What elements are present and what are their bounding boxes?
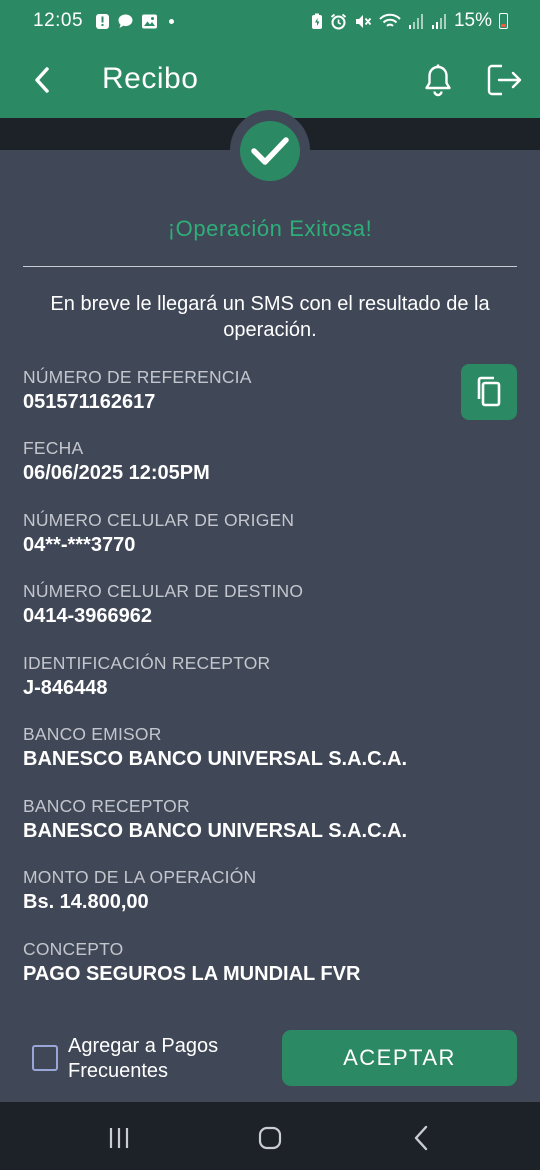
signal-icon [431,13,446,29]
notifications-button[interactable] [418,60,458,100]
back-icon [414,1125,428,1151]
field-value: PAGO SEGUROS LA MUNDIAL FVR [23,963,361,985]
battery-icon [499,13,508,29]
alert-icon [96,13,110,29]
accept-button[interactable]: ACEPTAR [282,1030,517,1086]
copy-icon [477,376,501,407]
field-date: FECHA 06/06/2025 12:05PM [23,437,210,486]
divider [23,266,517,267]
field-issuing-bank: BANCO EMISOR BANESCO BANCO UNIVERSAL S.A… [23,723,407,772]
field-value: 051571162617 [23,391,156,413]
field-receiver-id: IDENTIFICACIÓN RECEPTOR J-846448 [23,652,270,701]
frequent-payments-label[interactable]: Agregar a Pagos Frecuentes [68,1034,218,1084]
system-back-button[interactable] [402,1118,442,1158]
field-reference-number: NÚMERO DE REFERENCIA 051571162617 [23,366,252,415]
home-button[interactable] [250,1118,290,1158]
field-label: NÚMERO DE REFERENCIA [23,367,252,387]
field-label: FECHA [23,438,84,458]
field-origin-phone: NÚMERO CELULAR DE ORIGEN 04**-***3770 [23,509,294,558]
field-label: BANCO EMISOR [23,724,162,744]
success-badge [240,121,300,181]
recent-apps-button[interactable] [99,1118,139,1158]
image-icon [142,14,158,28]
status-time: 12:05 [33,10,84,31]
back-button[interactable] [24,60,60,100]
field-label: NÚMERO CELULAR DE ORIGEN [23,510,295,530]
field-concept: CONCEPTO PAGO SEGUROS LA MUNDIAL FVR [23,938,360,987]
checkmark-icon [251,137,289,165]
app-bar: Recibo [0,42,540,118]
field-destination-phone: NÚMERO CELULAR DE DESTINO 0414-3966962 [23,580,303,629]
field-label: BANCO RECEPTOR [23,796,190,816]
field-value: J-846448 [23,677,108,699]
field-value: 04**-***3770 [23,534,136,556]
field-label: MONTO DE LA OPERACIÓN [23,867,257,887]
home-icon [258,1126,282,1150]
field-value: 0414-3966962 [23,605,153,627]
field-value: Bs. 14.800,00 [23,891,149,913]
frequent-payments-checkbox[interactable] [32,1045,58,1071]
logout-icon [487,64,522,96]
frequent-payments-label-line2: Frecuentes [68,1060,169,1082]
field-value: 06/06/2025 12:05PM [23,462,210,484]
field-value: BANESCO BANCO UNIVERSAL S.A.C.A. [23,820,408,842]
chat-icon [118,14,133,28]
status-bar: 12:05 15% [0,0,540,42]
sms-notice: En breve le llegará un SMS con el result… [50,293,490,341]
field-label: CONCEPTO [23,939,124,959]
recent-apps-icon [109,1128,129,1148]
system-nav-bar [0,1102,540,1170]
success-title: ¡Operación Exitosa! [167,216,373,241]
field-label: NÚMERO CELULAR DE DESTINO [23,581,304,601]
field-label: IDENTIFICACIÓN RECEPTOR [23,653,271,673]
bell-icon [425,64,451,97]
wifi-icon [379,13,401,27]
battery-saver-icon [311,13,322,29]
frequent-payments-label-line1: Agregar a Pagos [68,1035,219,1057]
battery-percent: 15% [453,10,492,31]
mute-icon [355,14,372,28]
page-title: Recibo [102,62,199,95]
copy-reference-button[interactable] [461,364,517,420]
field-value: BANESCO BANCO UNIVERSAL S.A.C.A. [23,748,408,770]
signal-icon [408,13,423,29]
alarm-icon [330,13,347,29]
dot-icon [169,18,175,24]
field-receiving-bank: BANCO RECEPTOR BANESCO BANCO UNIVERSAL S… [23,795,407,844]
field-amount: MONTO DE LA OPERACIÓN Bs. 14.800,00 [23,866,256,915]
logout-button[interactable] [485,60,525,100]
back-arrow-icon [35,67,49,93]
